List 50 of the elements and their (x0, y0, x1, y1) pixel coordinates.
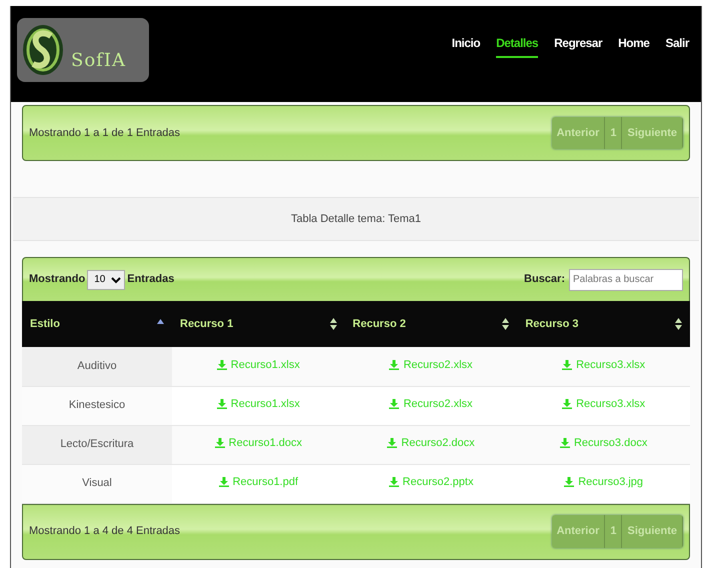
page-button[interactable]: 1 (605, 515, 622, 548)
download-icon (388, 477, 399, 488)
download-link[interactable]: Recurso2.xlsx (389, 356, 473, 374)
sort-icon[interactable] (330, 318, 337, 330)
nav-link[interactable]: Salir (665, 34, 689, 58)
entries-info: Mostrando 1 a 1 de 1 Entradas (29, 126, 180, 141)
download-icon (216, 399, 227, 410)
table-cell: Visual (82, 477, 112, 490)
download-icon (389, 399, 400, 410)
download-link[interactable]: Recurso1.xlsx (216, 356, 300, 374)
entries-label: Entradas (127, 272, 174, 288)
column-header[interactable]: Estilo (30, 316, 60, 332)
next-button[interactable]: Siguiente (622, 116, 683, 150)
download-link[interactable]: Recurso2.docx (387, 435, 475, 452)
table-cell: Auditivo (77, 360, 117, 372)
next-button[interactable]: Siguiente (622, 515, 683, 548)
download-link[interactable]: Recurso3.xlsx (562, 356, 646, 374)
download-icon (562, 360, 572, 370)
download-icon (216, 360, 227, 370)
previous-button[interactable]: Anterior (552, 116, 606, 150)
download-link[interactable]: Recurso3.docx (560, 435, 648, 452)
page-button[interactable]: 1 (605, 116, 622, 150)
table-cell: Kinestesico (68, 399, 126, 412)
logo-text: SofIA (71, 48, 126, 72)
logo[interactable]: SofIA (17, 18, 149, 82)
sort-icon[interactable] (502, 318, 510, 330)
nav-link[interactable]: Inicio (452, 34, 480, 58)
download-icon (389, 360, 400, 370)
column-header[interactable]: Recurso 3 (525, 316, 579, 332)
search-field[interactable]: Palabras a buscar (569, 268, 683, 290)
search-label: Buscar: (524, 272, 565, 288)
download-icon (387, 438, 398, 448)
nav-link[interactable]: Detalles (496, 34, 538, 58)
column-header[interactable]: Recurso 2 (352, 316, 406, 332)
nav-link[interactable]: Regresar (554, 34, 602, 58)
download-icon (214, 438, 225, 448)
download-icon (562, 399, 572, 410)
entries-info: Mostrando 1 a 4 de 4 Entradas (29, 524, 180, 540)
column-header[interactable]: Recurso 1 (180, 316, 234, 332)
download-icon (560, 438, 570, 448)
previous-button[interactable]: Anterior (552, 515, 606, 548)
table-caption: Tabla Detalle tema: Tema1 (290, 212, 422, 227)
download-icon (218, 477, 229, 488)
sort-icon[interactable] (675, 318, 682, 330)
download-link[interactable]: Recurso1.docx (214, 435, 302, 452)
table-cell: Lecto/Escritura (60, 438, 134, 450)
nav-link[interactable]: Home (618, 34, 650, 58)
show-label: Mostrando (29, 272, 86, 288)
page-size-select[interactable]: 10 (87, 270, 126, 290)
download-icon (564, 477, 574, 488)
